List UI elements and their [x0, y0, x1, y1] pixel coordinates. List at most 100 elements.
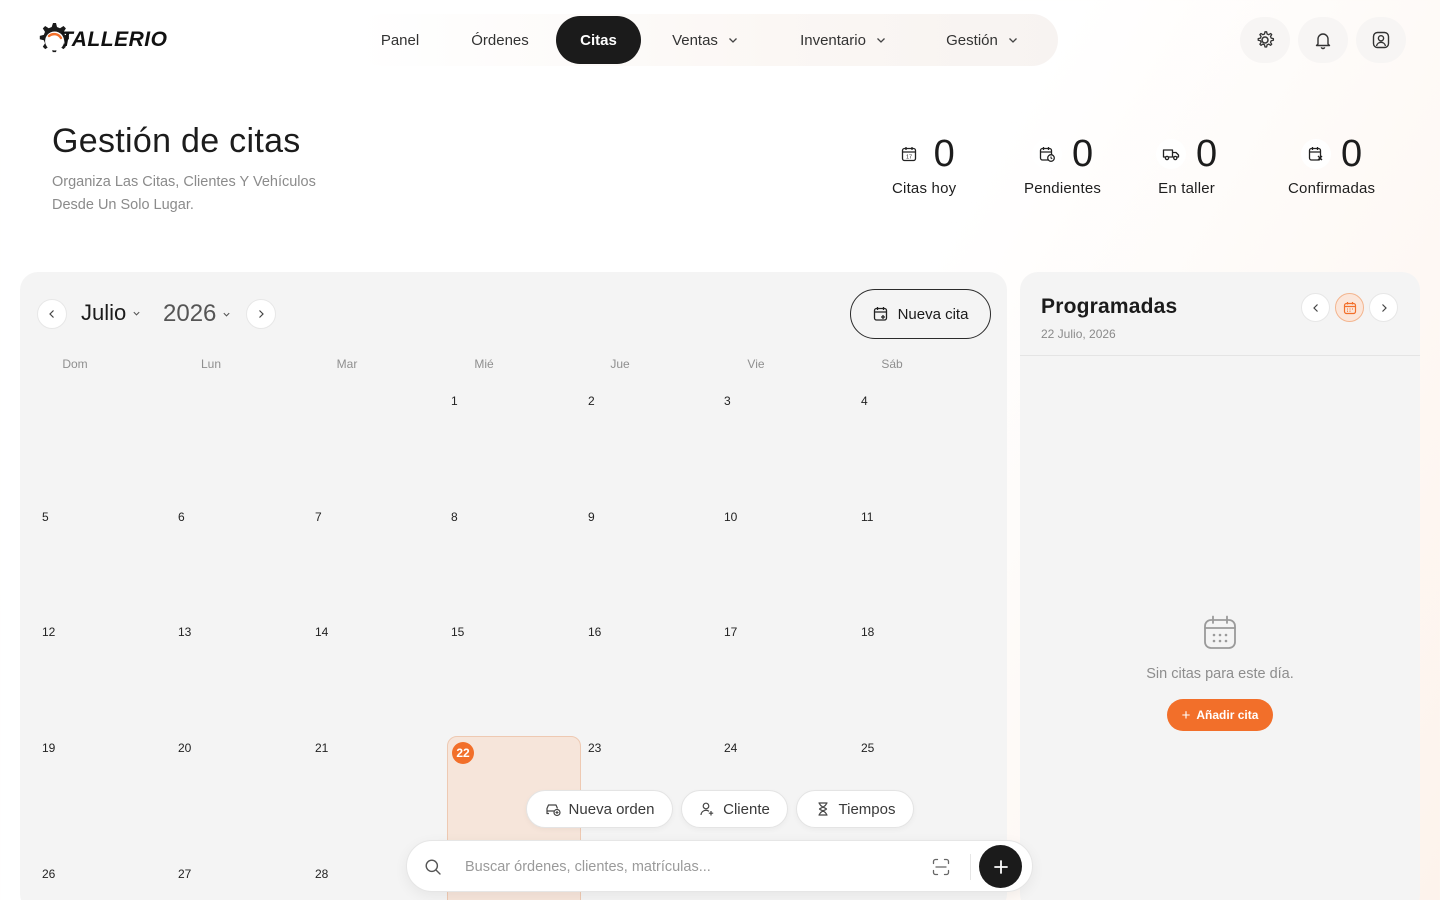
- user-icon: [1372, 31, 1390, 49]
- chevron-down-icon: [876, 38, 885, 43]
- calendar-day[interactable]: 20: [178, 741, 191, 755]
- quick-new-order-button[interactable]: Nueva orden: [526, 790, 673, 828]
- calendar-day[interactable]: 7: [315, 510, 322, 524]
- calendar-day[interactable]: 17: [724, 625, 737, 639]
- calendar-day[interactable]: 18: [861, 625, 874, 639]
- scheduled-title: Programadas: [1041, 295, 1178, 318]
- calendar-day[interactable]: 25: [861, 741, 874, 755]
- calendar-day[interactable]: 8: [451, 510, 458, 524]
- brand-logo[interactable]: TALLERIO: [32, 18, 167, 62]
- nav-tab-label: Órdenes: [471, 31, 529, 49]
- new-cita-button[interactable]: Nueva cita: [850, 289, 991, 339]
- divider: [1020, 355, 1420, 356]
- car-plus-icon: [545, 804, 561, 817]
- chip-label: Tiempos: [838, 800, 896, 818]
- nav-tab-gestion[interactable]: Gestión: [917, 16, 1047, 64]
- prev-day-button[interactable]: [1301, 293, 1330, 322]
- calendar-day[interactable]: 21: [315, 741, 328, 755]
- chip-label: Cliente: [723, 800, 770, 818]
- weekday-header: Lun: [200, 357, 222, 371]
- today-button[interactable]: [1335, 293, 1364, 322]
- next-day-button[interactable]: [1369, 293, 1398, 322]
- empty-state-text: Sin citas para este día.: [1146, 666, 1294, 682]
- stat-label: Confirmadas: [1288, 180, 1376, 197]
- brand-name: TALLERIO: [60, 28, 168, 51]
- chip-label: Nueva orden: [568, 800, 655, 818]
- calendar-day[interactable]: 5: [42, 510, 49, 524]
- calendar-day[interactable]: 4: [861, 394, 868, 408]
- stat-value: 0: [1341, 133, 1363, 175]
- quick-times-button[interactable]: Tiempos: [796, 790, 914, 828]
- nav-tab-citas[interactable]: Citas: [556, 16, 641, 64]
- year-select[interactable]: 2026: [163, 300, 231, 328]
- new-cita-label: Nueva cita: [897, 305, 969, 323]
- stat-label: En taller: [1158, 180, 1215, 197]
- calendar-day[interactable]: 11: [861, 510, 873, 524]
- chevron-left-icon: [1312, 303, 1318, 312]
- calendar-day[interactable]: 3: [724, 394, 731, 408]
- chevron-down-icon: [1008, 38, 1017, 43]
- chevron-right-icon: [1381, 303, 1387, 312]
- chevron-down-icon: [133, 311, 140, 316]
- page-title: Gestión de citas: [52, 122, 301, 160]
- calendar-day[interactable]: 23: [588, 741, 601, 755]
- main-nav: Panel Órdenes Citas Ventas Inventario Ge…: [356, 14, 1058, 66]
- calendar-day[interactable]: 15: [451, 625, 464, 639]
- add-cita-button[interactable]: + Añadir cita: [1167, 699, 1273, 731]
- stat-en-taller: 0 En taller: [1156, 134, 1217, 197]
- calendar-day[interactable]: 16: [588, 625, 601, 639]
- nav-tab-label: Inventario: [800, 31, 866, 49]
- nav-tab-ordenes[interactable]: Órdenes: [444, 16, 556, 64]
- weekday-header: Mié: [474, 357, 494, 371]
- month-select[interactable]: Julio: [81, 300, 141, 326]
- add-cita-label: Añadir cita: [1196, 708, 1259, 722]
- calendar-icon: [1343, 301, 1356, 314]
- plus-icon: [993, 859, 1008, 874]
- calendar-day[interactable]: 13: [178, 625, 191, 639]
- divider: [970, 854, 971, 880]
- calendar-check-icon: [1308, 147, 1323, 161]
- scan-icon: [932, 858, 950, 876]
- nav-tab-inventario[interactable]: Inventario: [769, 16, 917, 64]
- calendar-day[interactable]: 28: [315, 867, 328, 881]
- notifications-button[interactable]: [1298, 17, 1348, 63]
- calendar-day[interactable]: 27: [178, 867, 191, 881]
- next-month-button[interactable]: [246, 299, 276, 329]
- calendar-day[interactable]: 9: [588, 510, 595, 524]
- quick-client-button[interactable]: Cliente: [681, 790, 788, 828]
- calendar-day[interactable]: 14: [315, 625, 328, 639]
- settings-button[interactable]: [1240, 17, 1290, 63]
- empty-calendar-icon: [1204, 615, 1236, 649]
- create-button[interactable]: [979, 845, 1022, 888]
- year-label: 2026: [163, 300, 217, 327]
- chevron-right-icon: [259, 310, 264, 318]
- calendar-day[interactable]: 12: [42, 625, 55, 639]
- nav-tab-label: Panel: [380, 31, 420, 49]
- profile-button[interactable]: [1356, 17, 1406, 63]
- plus-icon: +: [1181, 706, 1191, 724]
- settings-icon: [1257, 31, 1275, 48]
- nav-tab-ventas[interactable]: Ventas: [641, 16, 769, 64]
- stat-confirmadas: 0 Confirmadas: [1288, 134, 1375, 197]
- calendar-day[interactable]: 2: [588, 394, 595, 408]
- nav-tab-label: Ventas: [672, 31, 718, 49]
- calendar-day[interactable]: 6: [178, 510, 185, 524]
- bell-icon: [1315, 33, 1331, 50]
- calendar-day[interactable]: 26: [42, 867, 55, 881]
- calendar-day[interactable]: 24: [724, 741, 737, 755]
- stat-value: 0: [933, 133, 955, 175]
- global-search-bar: [406, 840, 1033, 892]
- nav-tab-panel[interactable]: Panel: [356, 16, 444, 64]
- calendar-day[interactable]: 1: [451, 394, 458, 408]
- prev-month-button[interactable]: [37, 299, 67, 329]
- nav-tab-label: Citas: [580, 31, 617, 49]
- search-input[interactable]: [465, 855, 905, 879]
- weekday-header: Jue: [610, 357, 630, 371]
- stat-citas-hoy: 17 0 Citas hoy: [892, 134, 956, 197]
- today-day-number[interactable]: 22: [452, 742, 474, 764]
- stat-value: 0: [1071, 133, 1094, 175]
- calendar-day[interactable]: 10: [724, 510, 737, 524]
- calendar-day[interactable]: 19: [42, 741, 55, 755]
- scan-button[interactable]: [931, 857, 951, 877]
- month-label: Julio: [81, 300, 127, 325]
